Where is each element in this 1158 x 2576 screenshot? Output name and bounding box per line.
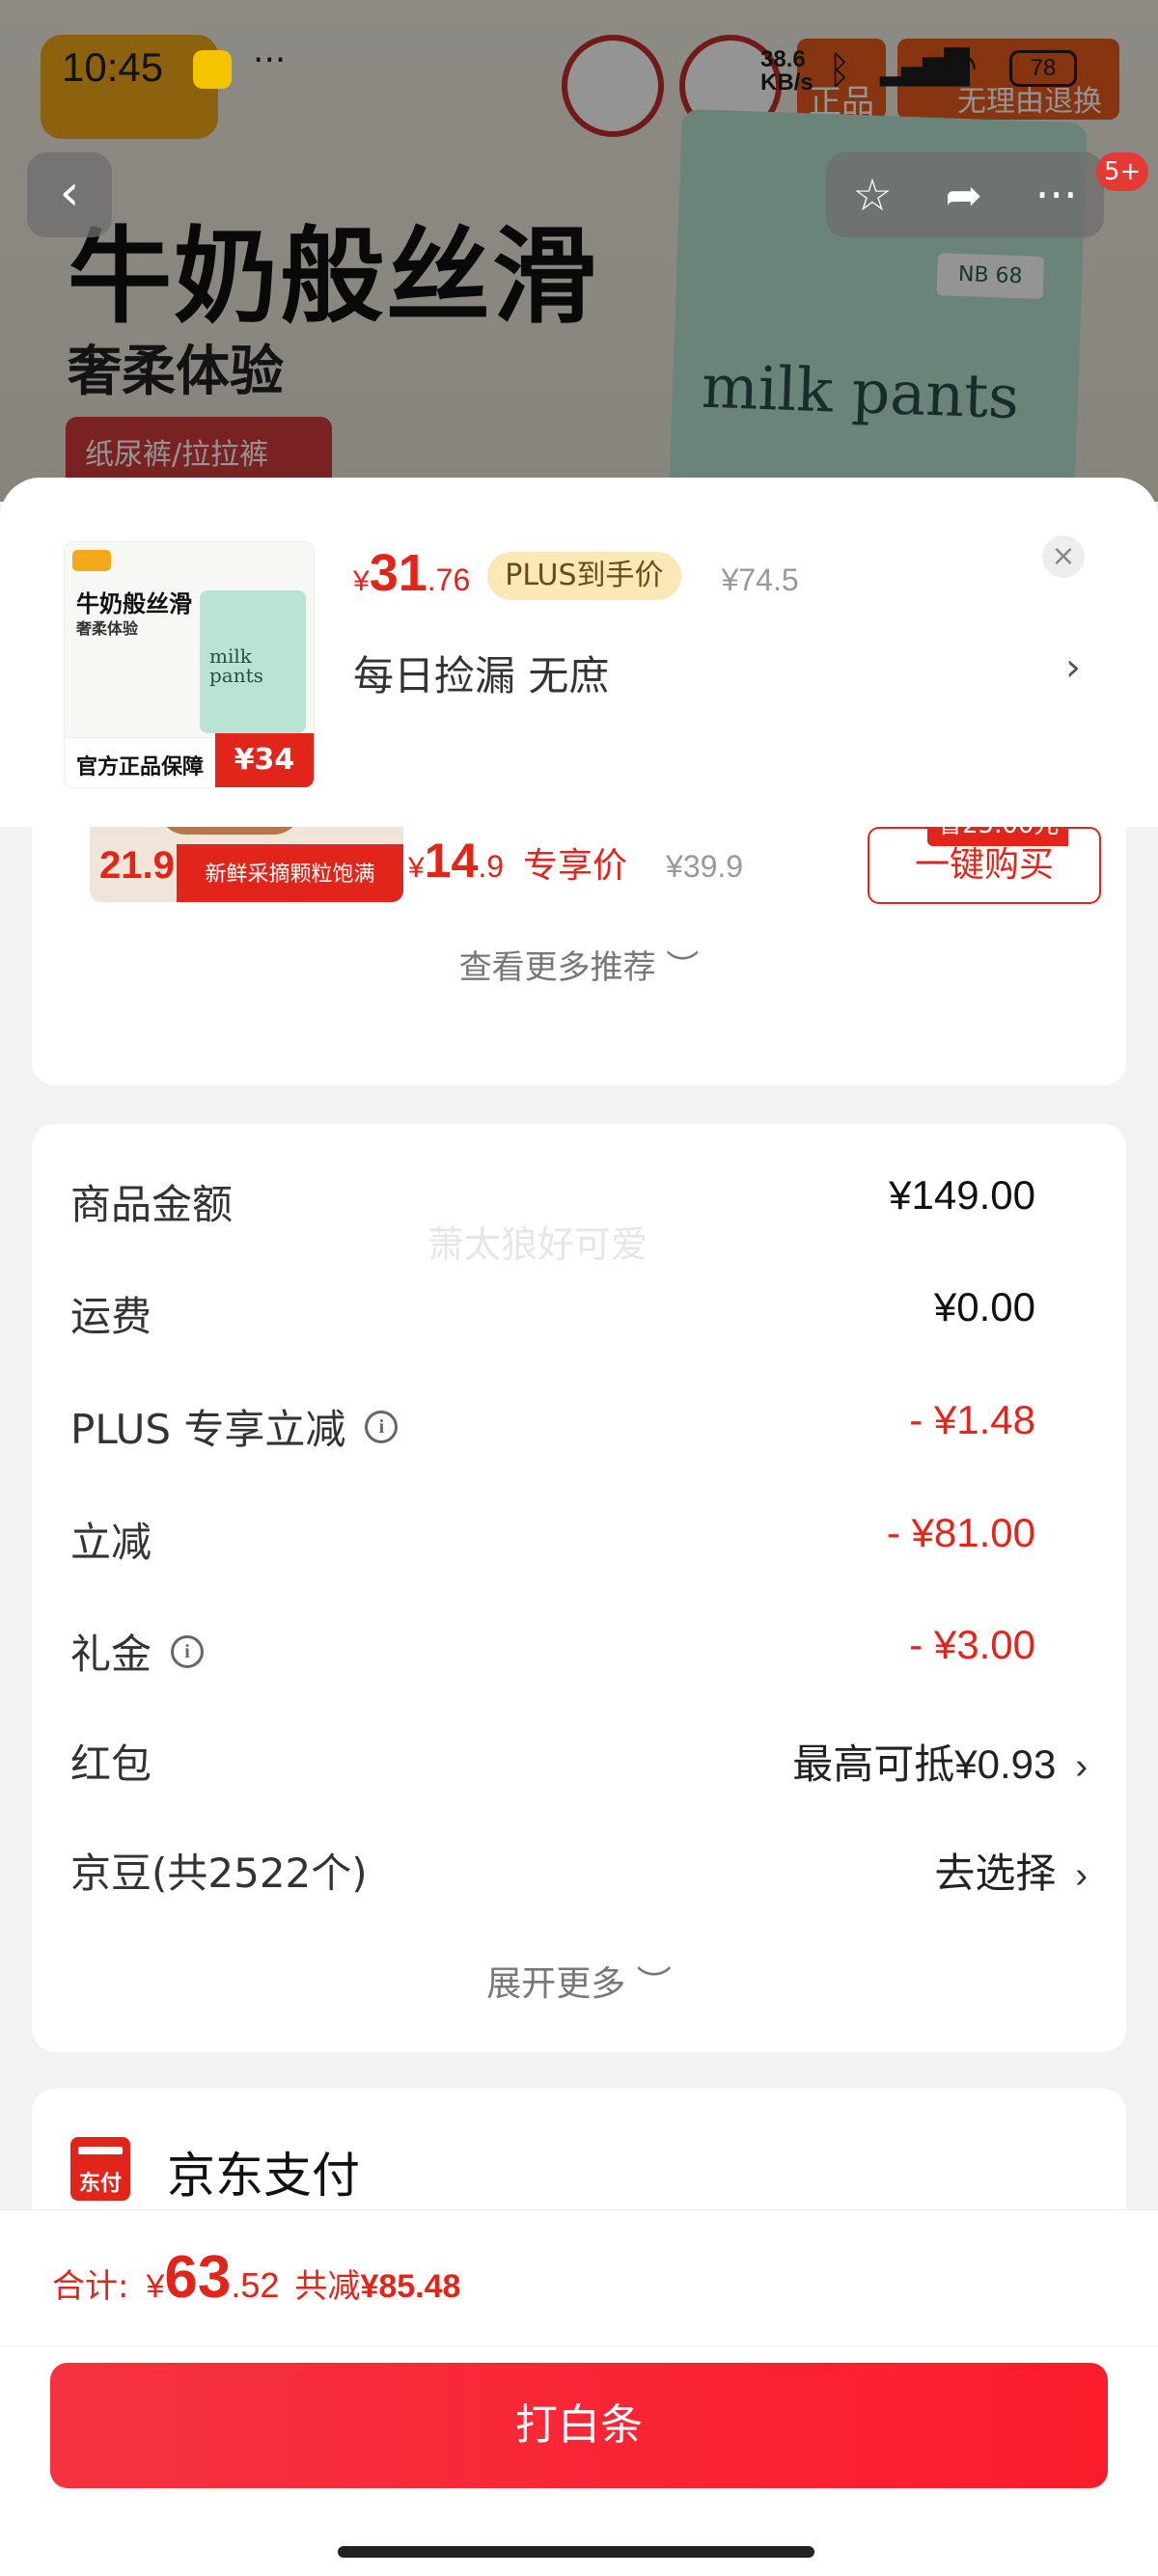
row-label-text: 礼金: [70, 1631, 152, 1678]
status-bar: 10:45 ··· 38.6 KB/s ᛒ ▂▄▆█ ◠ 78: [0, 0, 1158, 135]
home-indicator[interactable]: [338, 2546, 814, 2558]
promo-text[interactable]: 每日捡漏 无庶: [353, 644, 609, 702]
pay-with-baitiao-button[interactable]: 打白条: [50, 2363, 1108, 2488]
row-value: - ¥81.00: [886, 1510, 1035, 1555]
favorite-icon[interactable]: ☆: [852, 169, 892, 221]
thumb-strip-text: 官方正品保障: [76, 755, 205, 780]
row-label: 红包: [70, 1740, 152, 1788]
share-icon[interactable]: ➦: [945, 169, 982, 221]
price-yen: ¥: [353, 565, 370, 597]
top-actions: ☆ ➦ ···: [826, 152, 1104, 237]
price-summary-card: 萧太狼好可爱 商品金额 ¥149.00 运费 ¥0.00 PLUS 专享立减 i …: [32, 1124, 1126, 2052]
product-price-line: ¥ 31 .76 PLUS到手价 ¥74.5: [353, 543, 799, 605]
total-yen: ¥: [146, 2268, 165, 2305]
red-packet-selector[interactable]: 最高可抵¥0.93 ›: [792, 1732, 1088, 1791]
order-total: 合计: ¥ 63 .52 共减 ¥85.48: [52, 2243, 460, 2312]
product-thumbnail[interactable]: 牛奶般丝滑 奢柔体验 milk pants 官方正品保障 ¥34: [64, 541, 315, 788]
row-label: PLUS 专享立减 i: [70, 1397, 399, 1456]
close-icon[interactable]: ×: [1042, 535, 1085, 578]
jd-pay-icon: 东付: [70, 2137, 130, 2201]
row-goods-amount: 商品金额 ¥149.00: [70, 1172, 1088, 1230]
plus-price-badge: PLUS到手价: [487, 552, 681, 600]
row-instant-discount: 立减 - ¥81.00: [70, 1510, 1088, 1568]
price-integer: 31: [369, 544, 427, 602]
row-value: ¥149.00: [889, 1172, 1035, 1218]
row-shipping: 运费 ¥0.00: [70, 1284, 1088, 1342]
bluetooth-icon: ᛒ: [828, 48, 851, 93]
row-gift-money: 礼金 i - ¥3.00: [70, 1622, 1088, 1680]
row-label: 京豆(共2522个): [70, 1850, 368, 1897]
total-label: 合计:: [52, 2267, 129, 2306]
row-label: 商品金额: [70, 1181, 234, 1228]
recommend-price-int: 14: [424, 834, 479, 888]
row-label: 立减: [70, 1519, 152, 1566]
chevron-right-icon: ›: [1075, 1746, 1088, 1787]
back-button[interactable]: ‹: [27, 152, 112, 237]
row-red-packet[interactable]: 红包 最高可抵¥0.93 ›: [70, 1732, 1088, 1790]
network-speed: 38.6 KB/s: [760, 46, 813, 96]
background-product-page: 牛奶般丝滑 奢柔体验 纸尿裤/拉拉裤 正品 无理由退换 NB 68 milk p…: [0, 0, 1158, 502]
recommend-price: ¥ 14 .9 专享价 ¥39.9: [408, 833, 743, 889]
more-icon[interactable]: ···: [1035, 169, 1078, 221]
price-decimal: .76: [427, 562, 471, 597]
row-jd-beans[interactable]: 京豆(共2522个) 去选择 ›: [70, 1841, 1088, 1899]
recommend-image-price: 21.9: [99, 844, 175, 887]
row-value: 最高可抵¥0.93: [792, 1741, 1057, 1787]
total-decimal: .52: [231, 2265, 280, 2305]
info-icon[interactable]: i: [171, 1634, 205, 1668]
more-notifications-icon: ···: [253, 41, 287, 80]
expand-more-button[interactable]: 展开更多 ︶: [32, 1956, 1126, 2006]
chevron-right-icon[interactable]: ›: [1065, 645, 1081, 690]
thumb-subtitle: 奢柔体验: [76, 619, 139, 638]
battery-icon: 78: [1009, 50, 1077, 87]
jd-beans-selector[interactable]: 去选择 ›: [934, 1841, 1088, 1900]
payment-method-label: 京东支付: [167, 2148, 360, 2204]
thumb-title: 牛奶般丝滑: [76, 590, 192, 617]
row-plus-discount: PLUS 专享立减 i - ¥1.48: [70, 1397, 1088, 1455]
thumb-pack-text: milk pants: [209, 644, 263, 687]
row-value: ¥0.00: [933, 1284, 1035, 1329]
row-value: - ¥3.00: [909, 1622, 1035, 1667]
thumb-pack-image: milk pants: [200, 590, 306, 733]
recommend-image-strip: 新鲜采摘颗粒饱满: [177, 844, 403, 902]
thumb-price-tag: ¥34: [215, 733, 314, 787]
row-value: 去选择: [934, 1850, 1057, 1896]
info-icon[interactable]: i: [365, 1410, 399, 1443]
see-more-recommendations[interactable]: 查看更多推荐 ︶: [32, 941, 1126, 988]
original-price: ¥74.5: [721, 562, 799, 597]
recommendation-card: 21.9 新鲜采摘颗粒饱满 ¥ 14 .9 专享价 ¥39.9 一键购买 省25…: [32, 796, 1126, 1085]
total-integer: 63: [164, 2244, 232, 2311]
row-label: 运费: [70, 1293, 152, 1340]
app-notification-icon: [193, 50, 232, 89]
thumb-brand-logo: [72, 550, 111, 571]
recommend-original-price: ¥39.9: [666, 849, 744, 884]
row-label: 礼金 i: [70, 1622, 205, 1681]
chevron-right-icon: ›: [1075, 1855, 1088, 1896]
recommend-price-dec: .9: [478, 849, 504, 884]
saved-value: ¥85.48: [360, 2268, 461, 2305]
saved-label: 共减: [294, 2267, 361, 2306]
wifi-icon: ◠: [944, 44, 978, 89]
message-count-badge: 5+: [1096, 152, 1149, 191]
recommend-price-label: 专享价: [523, 846, 628, 886]
row-label-text: PLUS 专享立减: [70, 1406, 346, 1453]
recommend-price-yen: ¥: [408, 852, 425, 884]
row-value: - ¥1.48: [909, 1397, 1035, 1442]
sheet-header: 牛奶般丝滑 奢柔体验 milk pants 官方正品保障 ¥34 ¥ 31 .7…: [0, 478, 1158, 827]
divider: [0, 2345, 1158, 2346]
status-time: 10:45: [62, 44, 164, 90]
checkout-bottom-bar: 合计: ¥ 63 .52 共减 ¥85.48 打白条: [0, 2209, 1158, 2576]
